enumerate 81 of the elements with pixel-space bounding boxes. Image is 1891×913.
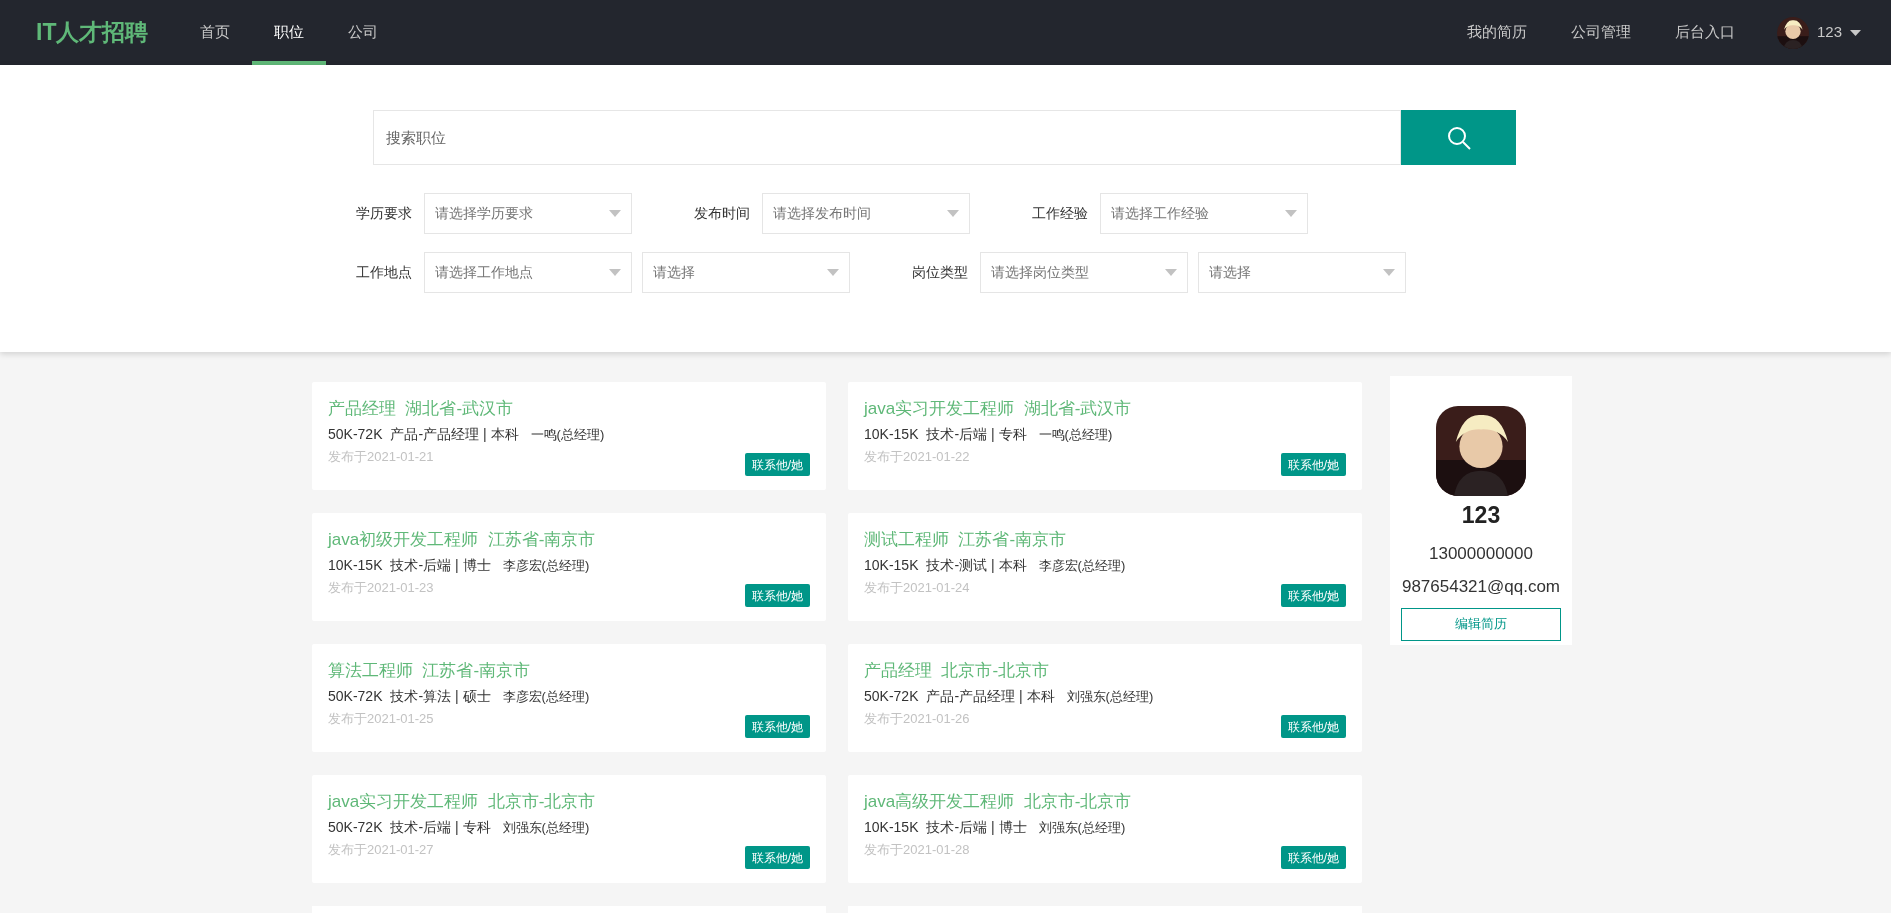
filter-label: 岗位类型 [911,263,968,282]
job-title[interactable]: 产品经理 北京市-北京市 [864,658,1050,684]
job-contact: 一鸣(总经理) [530,425,605,444]
select-dropdown[interactable]: 请选择发布时间 [762,193,970,234]
filter-label: 工作地点 [355,263,412,282]
user-name[interactable]: 123 [1816,21,1842,44]
job-contact: 李彦宏(总经理) [502,687,590,706]
job-date: 发布于2021-01-26 [864,709,970,728]
job-date: 发布于2021-01-22 [864,447,970,466]
job-title[interactable]: 算法工程师 江苏省-南京市 [328,658,531,684]
select-dropdown[interactable]: 请选择工作地点 [424,252,632,293]
nav-link[interactable]: 首页 [178,0,253,65]
contact-button[interactable]: 联系他/她 [1280,453,1346,476]
job-contact: 刘强东(总经理) [1038,818,1126,837]
job-title[interactable]: java实习开发工程师 湖北省-武汉市 [864,396,1132,422]
nav-link[interactable]: 公司管理 [1548,0,1653,65]
job-salary: 10K-15K [864,555,919,575]
job-title[interactable]: java高级开发工程师 北京市-北京市 [864,789,1132,815]
job-salary: 50K-72K [864,686,919,706]
job-salary: 50K-72K [328,817,383,837]
job-date: 发布于2021-01-23 [328,578,434,597]
job-title[interactable]: java实习开发工程师 北京市-北京市 [328,789,596,815]
job-contact: 刘强东(总经理) [1066,687,1154,706]
select-dropdown[interactable]: 请选择 [1198,252,1406,293]
caret-icon [827,269,839,276]
search-field[interactable]: 搜索职位 [373,110,1401,165]
job-contact: 李彦宏(总经理) [1038,556,1126,575]
caret-icon [609,269,621,276]
caret-icon [1285,210,1297,217]
caret-icon [947,210,959,217]
job-date: 发布于2021-01-27 [328,840,434,859]
profile-name: 123 [1461,501,1501,530]
job-contact: 李彦宏(总经理) [502,556,590,575]
site-logo[interactable]: IT人才招聘 [36,15,149,50]
contact-button[interactable]: 联系他/她 [744,715,810,738]
caret-icon [1383,269,1395,276]
caret-icon[interactable] [1850,29,1861,36]
job-salary: 10K-15K [864,817,919,837]
caret-icon [609,210,621,217]
contact-button[interactable]: 联系他/她 [744,453,810,476]
contact-button[interactable]: 联系他/她 [1280,715,1346,738]
job-date: 发布于2021-01-25 [328,709,434,728]
contact-button[interactable]: 联系他/她 [1280,584,1346,607]
contact-button[interactable]: 联系他/她 [744,584,810,607]
edit-resume-button[interactable]: 编辑简历 [1401,607,1561,641]
filter-label: 发布时间 [693,204,750,223]
caret-icon [1165,269,1177,276]
job-contact: 一鸣(总经理) [1038,425,1113,444]
profile-phone: 13000000000 [1429,542,1533,565]
job-salary: 50K-72K [328,424,383,444]
job-date: 发布于2021-01-24 [864,578,970,597]
select-dropdown[interactable]: 请选择学历要求 [424,193,632,234]
select-dropdown[interactable]: 请选择岗位类型 [980,252,1188,293]
job-category: 技术-后端 | 专科 [926,424,1027,444]
nav-link[interactable]: 公司 [326,0,401,65]
job-category: 技术-后端 | 专科 [390,817,491,837]
job-salary: 10K-15K [864,424,919,444]
nav-link[interactable]: 我的简历 [1444,0,1549,65]
job-category: 产品-产品经理 | 本科 [926,686,1055,706]
job-title[interactable]: 测试工程师 江苏省-南京市 [864,527,1067,553]
nav-link[interactable]: 后台入口 [1652,0,1757,65]
filter-label: 工作经验 [1031,204,1088,223]
profile-email: 987654321@qq.com [1401,576,1561,598]
job-category: 技术-后端 | 博士 [390,555,491,575]
job-contact: 刘强东(总经理) [502,818,590,837]
job-category: 产品-产品经理 | 本科 [390,424,519,444]
job-title[interactable]: java初级开发工程师 江苏省-南京市 [328,527,596,553]
search-icon [1445,124,1472,151]
contact-button[interactable]: 联系他/她 [1280,846,1346,869]
contact-button[interactable]: 联系他/她 [744,846,810,869]
job-title[interactable]: 产品经理 湖北省-武汉市 [328,396,514,422]
select-dropdown[interactable]: 请选择工作经验 [1100,193,1308,234]
job-date: 发布于2021-01-21 [328,447,434,466]
select-dropdown[interactable]: 请选择 [642,252,850,293]
job-date: 发布于2021-01-28 [864,840,970,859]
job-salary: 10K-15K [328,555,383,575]
filter-label: 学历要求 [355,204,412,223]
job-category: 技术-算法 | 硕士 [390,686,491,706]
job-category: 技术-测试 | 本科 [926,555,1027,575]
job-category: 技术-后端 | 博士 [926,817,1027,837]
job-salary: 50K-72K [328,686,383,706]
